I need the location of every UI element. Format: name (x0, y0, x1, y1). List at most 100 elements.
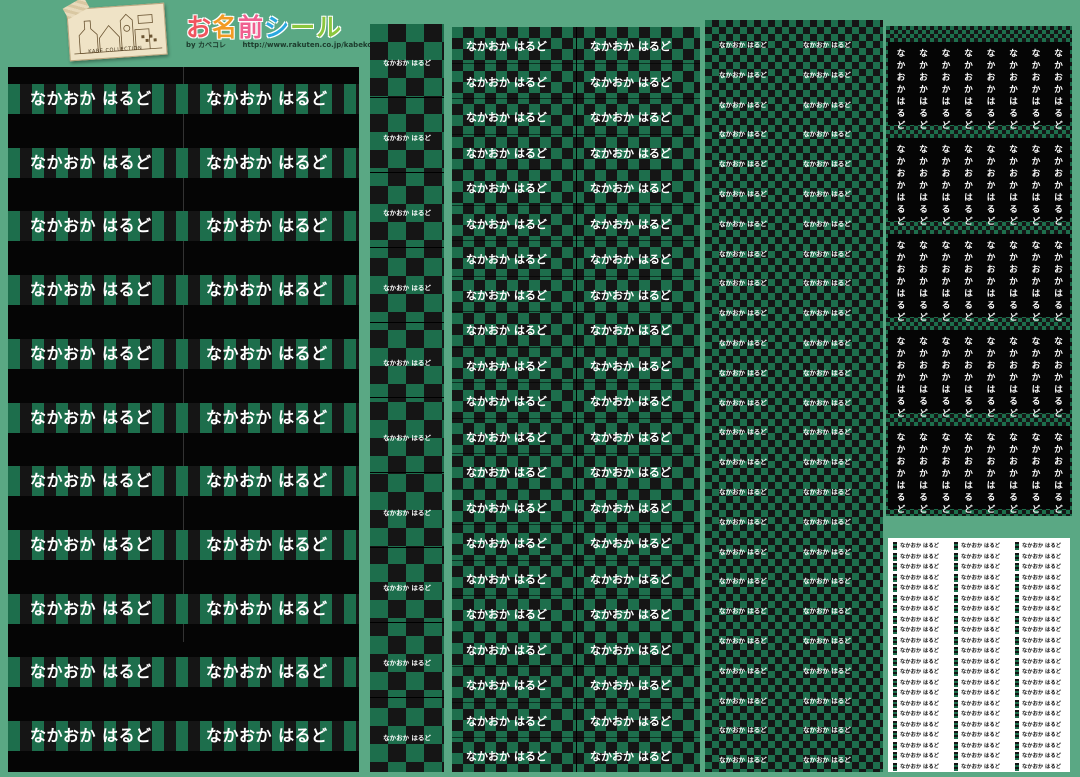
vertical-label-text: なかおかはるど (941, 145, 951, 227)
mini-label-text: なかおか はるど (1022, 763, 1061, 770)
row-separator (452, 417, 700, 419)
vertical-label-text: なかおかはるど (986, 433, 996, 515)
vertical-label-text: なかおかはるど (896, 49, 906, 131)
medium-label-text: なかおか はるど (590, 146, 671, 160)
medium-label-text: なかおか はるど (466, 395, 547, 408)
mini-label-text: なかおか はるど (1022, 711, 1061, 717)
small-label-text: なかおか はるど (719, 756, 767, 765)
page-title: お名前シール (186, 8, 342, 44)
strip-label-text: なかおか はるど (383, 209, 431, 217)
large-label-row: なかおか はるど なかおか はるど (8, 593, 359, 624)
vertical-label-block: なかおかはるど なかおかはるど なかおかはるど なかおかはるど なかおかはるど なかおかは… (888, 426, 1070, 515)
mini-label-checker (893, 584, 897, 592)
mini-label-checker (1015, 731, 1019, 739)
medium-label-text: なかおか はるど (590, 466, 671, 479)
page-subtitle: by カベコレ http://www.rakuten.co.jp/kabekor… (186, 40, 397, 50)
medium-label-text: なかおか はるど (590, 679, 671, 692)
small-label-text: なかおか はるど (719, 190, 767, 198)
row-separator (452, 204, 700, 206)
mini-label-checker (893, 594, 897, 603)
mini-label-text: なかおか はるど (900, 637, 939, 644)
small-label-text: なかおか はるど (803, 339, 851, 347)
small-label-text: なかおか はるど (719, 249, 767, 258)
large-label-row: なかおか はるど なかおか はるど (8, 657, 359, 688)
small-label-text: なかおか はるど (803, 41, 851, 49)
large-label-text: なかおか はるど (30, 343, 152, 363)
medium-label-text: なかおか はるど (466, 714, 547, 728)
large-label-text: なかおか はるど (206, 152, 328, 172)
small-label-row: なかおか はるど なかおか はるど (705, 445, 883, 475)
vertical-label-text: なかおかはるど (896, 145, 906, 227)
mini-label-text: なかおか はるど (961, 564, 1000, 570)
mini-label-checker (954, 657, 958, 666)
medium-label-row: なかおか はるど なかおか はるど (452, 666, 700, 702)
shop-url[interactable]: http://www.rakuten.co.jp/kabekore/ (242, 41, 383, 49)
vertical-label-text: なかおかはるど (1031, 49, 1041, 131)
medium-label-row: なかおか はるど なかおか はるど (452, 134, 700, 170)
mini-label-text: なかおか はるど (900, 721, 939, 728)
large-label-text: なかおか はるど (30, 89, 152, 108)
vertical-label-text: なかおかはるど (964, 241, 973, 323)
small-label-row: なかおか はるど なかおか はるど (705, 147, 883, 177)
vertical-label-text: なかおかはるど (941, 49, 951, 131)
vertical-label-text: なかおかはるど (964, 49, 973, 131)
medium-label-row: なかおか はるど なかおか はるど (452, 98, 700, 134)
small-label-text: なかおか はるど (803, 219, 851, 228)
mini-label-checker (1015, 584, 1019, 592)
strip-separator (370, 322, 444, 323)
large-label-text: なかおか はるど (206, 343, 328, 363)
large-label-row: なかおか はるど なかおか はるど (8, 275, 359, 306)
medium-label-row: なかおか はるど なかおか はるど (452, 347, 700, 383)
medium-label-text: なかおか はるど (466, 324, 547, 337)
large-label-text: なかおか はるど (206, 407, 328, 427)
strip-label-text: なかおか はるど (383, 134, 431, 142)
small-label-text: なかおか はるど (719, 458, 767, 467)
medium-label-row: なかおか はるど なかおか はるど (452, 702, 700, 738)
row-separator (452, 133, 700, 135)
small-label-text: なかおか はるど (719, 368, 767, 377)
mini-label-checker (954, 615, 958, 624)
mini-label-text: なかおか はるど (900, 606, 939, 612)
mini-label-checker (1015, 615, 1019, 624)
strip-label-sheet: なかおか はるど なかおか はるど なかおか はるど なかおか はるど なかおか はるど… (370, 24, 444, 772)
small-label-row: なかおか はるど なかおか はるど (705, 713, 883, 743)
strip-label-text: なかおか はるど (383, 434, 431, 442)
vertical-label-text: なかおかはるど (1009, 433, 1018, 515)
mini-label-checker (954, 741, 958, 750)
medium-label-row: なかおか はるど なかおか はるど (452, 737, 700, 773)
strip-separator (370, 97, 444, 98)
title-char: ル (316, 13, 343, 42)
medium-label-row: なかおか はるど なかおか はるど (452, 240, 700, 276)
large-label-text: なかおか はるど (30, 471, 152, 491)
small-label-text: なかおか はるど (719, 607, 767, 616)
small-label-text: なかおか はるど (803, 130, 851, 139)
small-label-text: なかおか はるど (719, 726, 767, 735)
small-label-text: なかおか はるど (803, 428, 851, 437)
medium-label-text: なかおか はるど (466, 217, 547, 231)
vertical-label-text: なかおかはるど (1031, 433, 1041, 515)
mini-label-text: なかおか はるど (1022, 564, 1061, 570)
row-separator (452, 169, 700, 170)
vertical-label-text: なかおかはるど (986, 49, 996, 131)
mini-label-checker (1015, 668, 1019, 676)
medium-label-text: なかおか はるど (466, 572, 547, 586)
vertical-label-text: なかおかはるど (1031, 241, 1041, 323)
mini-label-checker (893, 626, 897, 634)
mini-label-checker (954, 563, 958, 571)
medium-label-text: なかおか はるど (466, 40, 547, 53)
mini-label-checker (954, 762, 958, 771)
vertical-label-text: なかおかはるど (1031, 145, 1041, 227)
medium-label-row: なかおか はるど なかおか はるど (452, 489, 700, 525)
mini-label-text: なかおか はるど (900, 742, 939, 749)
row-separator (452, 488, 700, 490)
mini-label-text: なかおか はるど (1022, 585, 1061, 591)
mini-label-text: なかおか はるど (900, 585, 939, 591)
strip-separator (370, 547, 444, 548)
medium-label-text: なかおか はるど (590, 288, 671, 302)
row-separator (452, 595, 700, 596)
medium-label-text: なかおか はるど (466, 501, 547, 515)
row-separator (452, 559, 700, 561)
small-label-text: なかおか はるど (719, 637, 767, 645)
mini-label-text: なかおか はるど (1022, 669, 1061, 675)
medium-label-row: なかおか はるど なかおか はるど (452, 27, 700, 63)
